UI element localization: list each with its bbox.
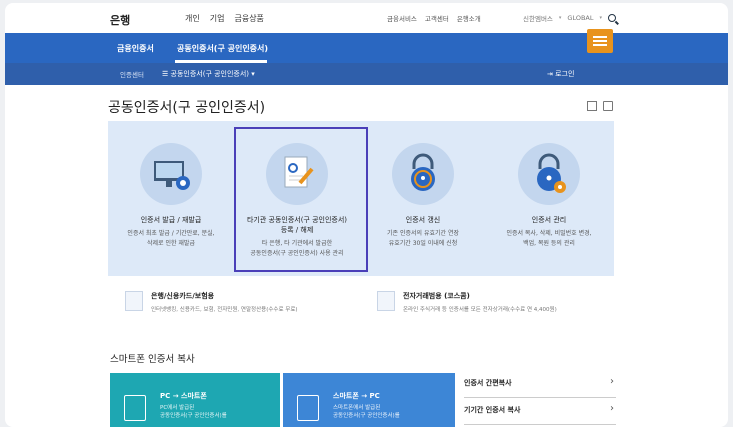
card-title: PC → 스마트폰 <box>160 392 207 400</box>
save-icon[interactable] <box>587 101 597 111</box>
screenshot-frame: 은행 개인 기업 금융상품 금융서비스 고객센터 은행소개 신한엠버스 ▾ GL… <box>0 0 733 427</box>
chevron-right-icon: › <box>610 403 614 414</box>
util-customer-center[interactable]: 고객센터 <box>425 13 449 23</box>
breadcrumb-home[interactable]: 인증센터 <box>120 69 144 79</box>
usage-title: 전자거래범용 (코스콤) <box>403 292 470 300</box>
card-desc-line: PC에서 발급된 <box>160 405 195 411</box>
service-title: 인증서 발급 / 재발급 <box>140 216 202 224</box>
service-title: 인증서 갱신 <box>405 216 441 224</box>
util-financial-services[interactable]: 금융서비스 <box>387 13 417 23</box>
login-label: 로그인 <box>555 70 575 78</box>
search-icon[interactable] <box>608 14 617 22</box>
grid-icon: ☰ <box>162 70 171 78</box>
breadcrumb-current-label: 공동인증서(구 공인인증서) <box>170 70 250 78</box>
pc-phone-icon <box>124 395 146 421</box>
print-icon[interactable] <box>603 101 613 111</box>
service-desc: 유효기간 30일 이내에 신청 <box>388 240 458 247</box>
service-desc: 삭제로 인한 재발급 <box>147 240 195 247</box>
browser-page: 은행 개인 기업 금융상품 금융서비스 고객센터 은행소개 신한엠버스 ▾ GL… <box>5 3 728 427</box>
card-desc-line: 공동인증서(구 공인인증서)를 <box>160 413 227 419</box>
utility-right: 신한엠버스 ▾ GLOBAL ▾ <box>523 13 617 23</box>
utility-links: 금융서비스 고객센터 은행소개 <box>387 13 481 23</box>
document-icon <box>125 291 143 311</box>
top-nav: 개인 기업 금융상품 <box>185 13 264 24</box>
service-desc: 기존 인증서의 유효기간 연장 <box>387 230 459 237</box>
util-members[interactable]: 신한엠버스 <box>523 13 553 23</box>
card-desc: 스마트폰에서 발급된공동인증서(구 공인인증서)를 <box>333 404 400 420</box>
bank-logo[interactable]: 은행 <box>110 12 130 28</box>
link-label: 인증서 간편복사 <box>464 379 512 387</box>
copy-links: 인증서 간편복사 › 기기간 인증서 복사 › <box>464 371 616 425</box>
service-title: 인증서 관리 <box>531 216 567 224</box>
link-device-copy[interactable]: 기기간 인증서 복사 › <box>464 398 616 425</box>
util-about-bank[interactable]: 은행소개 <box>457 13 481 23</box>
tab-joint-cert[interactable]: 공동인증서(구 공인인증서) <box>177 43 268 54</box>
usage-desc: 인터넷뱅킹, 신용카드, 보험, 전자민원, 연말정산용(수수료 무료) <box>151 307 298 313</box>
phone-pc-icon <box>297 395 319 421</box>
selected-service-highlight <box>234 127 368 272</box>
usage-title: 은행/신용카드/보험용 <box>151 292 215 300</box>
breadcrumb-bar: 인증센터 ☰ 공동인증서(구 공인인증서) ▾ ⇥ 로그인 <box>5 63 728 85</box>
monitor-icon <box>140 143 202 205</box>
card-desc: PC에서 발급된공동인증서(구 공인인증서)를 <box>160 404 227 420</box>
service-issue[interactable]: 인증서 발급 / 재발급 인증서 최초 발급 / 기간만료, 분실, 삭제로 인… <box>108 121 234 276</box>
nav-personal[interactable]: 개인 <box>185 13 200 24</box>
card-title: 스마트폰 → PC <box>333 392 380 400</box>
card-desc-line: 공동인증서(구 공인인증서)를 <box>333 413 400 419</box>
tab-financial-cert[interactable]: 금융인증서 <box>117 43 154 54</box>
breadcrumb-current[interactable]: ☰ 공동인증서(구 공인인증서) ▾ <box>162 69 255 79</box>
chevron-right-icon: › <box>610 376 614 387</box>
page-title: 공동인증서(구 공인인증서) <box>108 100 266 116</box>
link-easy-copy[interactable]: 인증서 간편복사 › <box>464 371 616 398</box>
link-label: 기기간 인증서 복사 <box>464 406 521 414</box>
usage-desc: 온라인 주식거래 등 인증서를 모든 전자상거래(수수료 연 4,400원) <box>403 307 557 313</box>
hamburger-menu-button[interactable] <box>587 29 613 53</box>
document-globe-icon <box>377 291 395 311</box>
nav-products[interactable]: 금융상품 <box>234 13 263 24</box>
global-link[interactable]: GLOBAL <box>567 14 593 22</box>
lock-refresh-icon <box>392 143 454 205</box>
usage-commerce[interactable]: 전자거래범용 (코스콤) 온라인 주식거래 등 인증서를 모든 전자상거래(수수… <box>403 291 557 313</box>
login-icon: ⇥ <box>547 70 556 78</box>
usage-bank[interactable]: 은행/신용카드/보험용 인터넷뱅킹, 신용카드, 보험, 전자민원, 연말정산용… <box>151 291 298 313</box>
service-desc: 백업, 복원 등의 관리 <box>523 240 575 247</box>
card-desc-line: 스마트폰에서 발급된 <box>333 405 381 411</box>
phone-to-pc-card[interactable]: 스마트폰 → PC 스마트폰에서 발급된공동인증서(구 공인인증서)를 <box>283 373 455 427</box>
section-title: 스마트폰 인증서 복사 <box>110 354 195 365</box>
lock-gear-icon <box>518 143 580 205</box>
pc-to-phone-card[interactable]: PC → 스마트폰 PC에서 발급된공동인증서(구 공인인증서)를 <box>110 373 280 427</box>
main-nav: 금융인증서 공동인증서(구 공인인증서) <box>5 33 728 63</box>
chevron-down-icon: ▾ <box>251 70 255 78</box>
service-desc: 인증서 복사, 삭제, 비밀번호 변경, <box>506 230 592 237</box>
nav-business[interactable]: 기업 <box>210 13 225 24</box>
login-button[interactable]: ⇥ 로그인 <box>547 69 574 79</box>
service-renew[interactable]: 인증서 갱신 기존 인증서의 유효기간 연장 유효기간 30일 이내에 신청 <box>360 121 486 276</box>
top-bar: 은행 개인 기업 금융상품 금융서비스 고객센터 은행소개 신한엠버스 ▾ GL… <box>5 3 728 33</box>
service-manage[interactable]: 인증서 관리 인증서 복사, 삭제, 비밀번호 변경, 백업, 복원 등의 관리 <box>486 121 612 276</box>
service-desc: 인증서 최초 발급 / 기간만료, 분실, <box>127 230 215 237</box>
